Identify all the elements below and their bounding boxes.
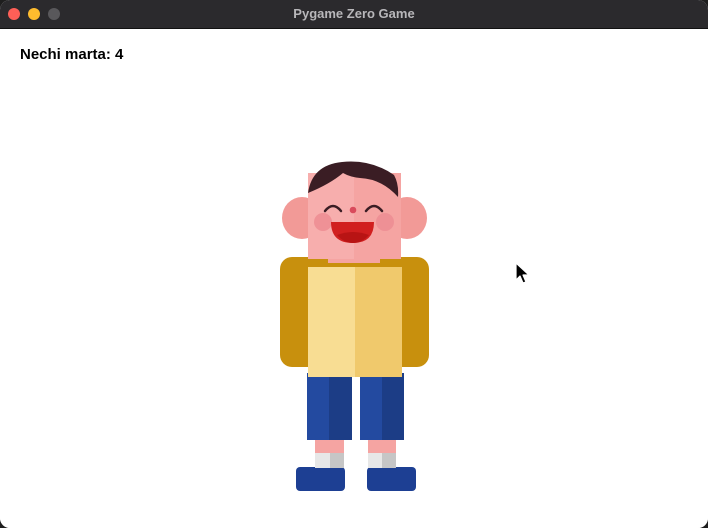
title-bar[interactable]: Pygame Zero Game (0, 0, 708, 29)
boy-character-sprite[interactable] (270, 127, 440, 499)
shirt (280, 257, 429, 377)
window-title: Pygame Zero Game (293, 6, 415, 21)
game-window: Pygame Zero Game Nechi marta: 4 (0, 0, 708, 528)
score-label: Nechi marta: 4 (20, 46, 124, 63)
nose (349, 206, 357, 214)
socks (315, 439, 396, 468)
shoes (296, 467, 416, 491)
game-canvas[interactable]: Nechi marta: 4 (0, 29, 708, 528)
arrow-cursor-icon (515, 262, 530, 284)
pants (307, 373, 404, 440)
